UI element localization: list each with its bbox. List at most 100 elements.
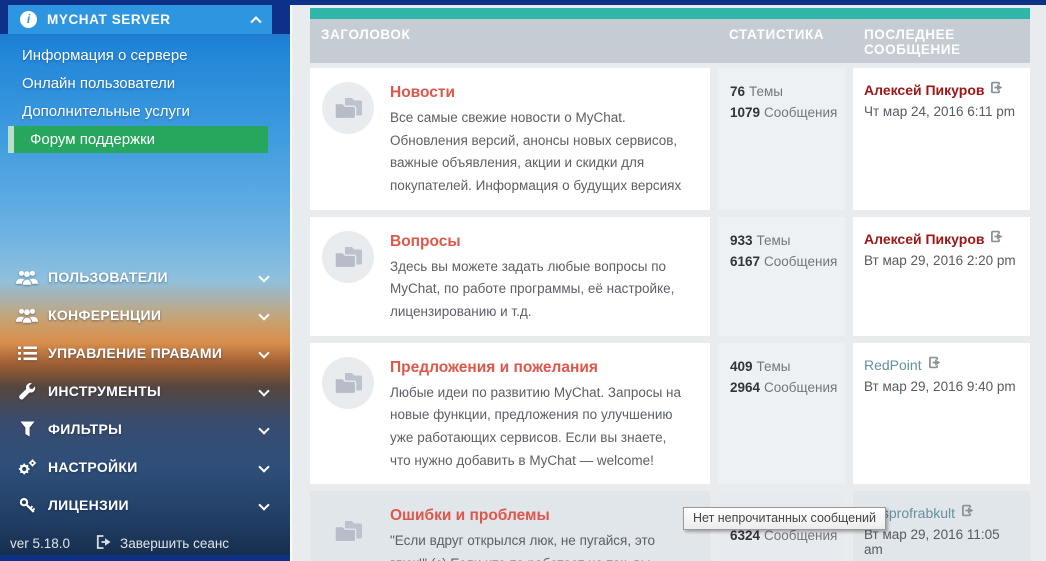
forum-last-message-cell: Алексей Пикуров Чт мар 24, 2016 6:11 pm: [853, 68, 1030, 210]
topics-label: Темы: [756, 358, 791, 374]
sidebar-header-row: i MYCHAT SERVER: [0, 0, 290, 34]
info-icon: i: [20, 10, 37, 28]
forum-stats-cell: 409 Темы 2964 Сообщения: [718, 342, 845, 485]
sidebar-section-settings[interactable]: НАСТРОЙКИ: [0, 448, 290, 486]
sidebar-section-conferences[interactable]: КОНФЕРЕНЦИИ: [0, 296, 290, 334]
logout-icon: [96, 534, 113, 552]
topics-count: 409: [730, 358, 753, 374]
forum-stats-cell: 933 Темы 6167 Сообщения: [718, 216, 845, 336]
users-icon: [14, 270, 40, 285]
column-header-title: ЗАГОЛОВОК: [321, 27, 411, 42]
forum-title-link[interactable]: Предложения и пожелания: [390, 359, 598, 377]
goto-last-post-icon[interactable]: [990, 81, 1004, 99]
sidebar-link-extra-services[interactable]: Дополнительные услуги: [0, 98, 290, 126]
wrench-icon: [14, 382, 40, 400]
forum-description: Любые идеи по развитию MyChat. Запросы н…: [390, 384, 682, 468]
tooltip: Нет непрочитанных сообщений: [683, 507, 886, 530]
sidebar-section-users[interactable]: ПОЛЬЗОВАТЕЛИ: [0, 258, 290, 296]
posts-count: 1079: [730, 105, 761, 120]
forum-row-bugs: Ошибки и проблемы "Если вдруг открылся л…: [310, 491, 1030, 561]
chevron-down-icon: [258, 271, 270, 283]
filter-icon: [14, 421, 40, 437]
forum-row-news: Новости Все самые свежие новости о MyCha…: [310, 68, 1030, 210]
last-post-date: Чт мар 24, 2016 6:11 pm: [864, 104, 1016, 119]
posts-count: 6167: [730, 253, 761, 269]
chevron-down-icon: [258, 423, 270, 435]
forum-last-message-cell: Алексей Пикуров Вт мар 29, 2016 2:20 pm: [853, 216, 1030, 336]
forum-title-cell: Ошибки и проблемы "Если вдруг открылся л…: [310, 491, 710, 561]
sidebar-header-label: MYCHAT SERVER: [47, 11, 171, 27]
accent-bar: [310, 8, 1030, 19]
topics-label: Темы: [749, 84, 784, 99]
goto-last-post-icon[interactable]: [990, 230, 1004, 248]
sidebar-section-permissions[interactable]: УПРАВЛЕНИЕ ПРАВАМИ: [0, 334, 290, 372]
key-icon: [14, 497, 40, 514]
sidebar-section-filters[interactable]: ФИЛЬТРЫ: [0, 410, 290, 448]
sidebar-section-licenses[interactable]: ЛИЦЕНЗИИ: [0, 486, 290, 524]
logout-button[interactable]: Завершить сеанс: [96, 534, 230, 552]
posts-count: 6324: [730, 528, 761, 544]
forum-title-cell: Новости Все самые свежие новости о MyCha…: [310, 68, 710, 210]
forum-description: Все самые свежие новости о MyChat. Обнов…: [390, 110, 682, 194]
last-post-date: Вт мар 29, 2016 2:20 pm: [864, 252, 1016, 268]
sidebar-section-label: НАСТРОЙКИ: [48, 459, 138, 475]
forum-last-message-cell: RedPoint Вт мар 29, 2016 9:40 pm: [853, 342, 1030, 485]
forum-title-cell: Предложения и пожелания Любые идеи по ра…: [310, 342, 710, 485]
forum-row-suggestions: Предложения и пожелания Любые идеи по ра…: [310, 342, 1030, 485]
sidebar-section-label: ФИЛЬТРЫ: [48, 421, 123, 437]
forum-table-header: ЗАГОЛОВОК СТАТИСТИКА ПОСЛЕДНЕЕ СООБЩЕНИЕ: [310, 19, 1030, 63]
chevron-down-icon: [258, 347, 270, 359]
sidebar-footer: ver 5.18.0 Завершить сеанс: [0, 531, 290, 555]
sidebar-link-server-info[interactable]: Информация о сервере: [0, 42, 290, 70]
folder-icon: [322, 230, 374, 283]
topics-label: Темы: [756, 232, 791, 248]
chevron-down-icon: [258, 309, 270, 321]
forum-row-questions: Вопросы Здесь вы можете задать любые воп…: [310, 216, 1030, 336]
column-header-last-message: ПОСЛЕДНЕЕ СООБЩЕНИЕ: [864, 27, 961, 57]
goto-last-post-icon[interactable]: [928, 356, 942, 374]
sidebar-section-label: ИНСТРУМЕНТЫ: [48, 383, 162, 399]
sidebar-header-mychat-server[interactable]: i MYCHAT SERVER: [8, 4, 272, 34]
list-icon: [14, 346, 40, 361]
chevron-up-icon: [250, 16, 262, 28]
bottom-navy-strip: [0, 555, 290, 561]
sidebar-section-tools[interactable]: ИНСТРУМЕНТЫ: [0, 372, 290, 410]
posts-label: Сообщения: [764, 253, 838, 269]
forum-description: Здесь вы можете задать любые вопросы по …: [390, 258, 675, 320]
sidebar: i MYCHAT SERVER Информация о сервере Онл…: [0, 0, 290, 561]
sidebar-links: Информация о сервере Онлайн пользователи…: [0, 34, 290, 153]
conference-icon: [14, 308, 40, 323]
last-post-user-link[interactable]: Алексей Пикуров: [864, 82, 984, 98]
sidebar-section-label: ПОЛЬЗОВАТЕЛИ: [48, 269, 168, 285]
last-post-user-link[interactable]: RedPoint: [864, 357, 922, 373]
forum-stats-cell: 76 Темы 1079 Сообщения: [718, 68, 845, 210]
goto-last-post-icon[interactable]: [961, 504, 975, 522]
forum-title-link[interactable]: Новости: [390, 84, 455, 102]
posts-count: 2964: [730, 379, 761, 395]
folder-icon: [322, 356, 374, 409]
last-post-date: Вт мар 29, 2016 9:40 pm: [864, 378, 1016, 394]
topics-count: 933: [730, 232, 753, 248]
chevron-down-icon: [258, 461, 270, 473]
sidebar-sections: ПОЛЬЗОВАТЕЛИ КОНФЕРЕНЦИИ УПРАВЛЕНИЕ ПРАВ…: [0, 258, 290, 524]
gears-icon: [14, 458, 40, 476]
posts-label: Сообщения: [764, 528, 838, 544]
folder-icon[interactable]: [322, 505, 374, 557]
sidebar-section-label: КОНФЕРЕНЦИИ: [48, 307, 162, 323]
forum-title-link[interactable]: Вопросы: [390, 233, 461, 251]
folder-icon: [322, 82, 374, 134]
posts-label: Сообщения: [764, 105, 838, 120]
logout-label: Завершить сеанс: [120, 535, 230, 551]
version-label: ver 5.18.0: [10, 535, 71, 551]
forum-title-link[interactable]: Ошибки и проблемы: [390, 507, 550, 525]
forum-title-cell: Вопросы Здесь вы можете задать любые воп…: [310, 216, 710, 336]
sidebar-link-support-forum[interactable]: Форум поддержки: [8, 126, 268, 153]
sidebar-section-label: УПРАВЛЕНИЕ ПРАВАМИ: [48, 345, 223, 361]
posts-label: Сообщения: [764, 379, 838, 395]
last-post-user-link[interactable]: Алексей Пикуров: [864, 231, 984, 247]
topics-count: 76: [730, 84, 746, 99]
column-header-stats: СТАТИСТИКА: [729, 27, 825, 42]
sidebar-link-online-users[interactable]: Онлайн пользователи: [0, 70, 290, 98]
chevron-down-icon: [258, 499, 270, 511]
forum-description: "Если вдруг открылся люк, не пугайся, эт…: [390, 533, 655, 561]
